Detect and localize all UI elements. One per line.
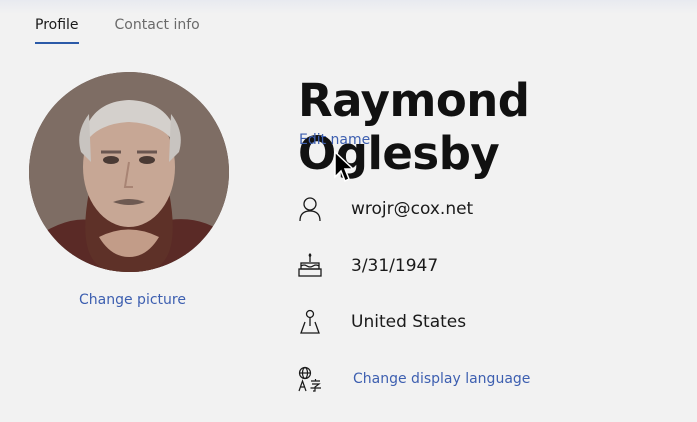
language-row: Change display language xyxy=(298,366,530,392)
email-row: wrojr@cox.net xyxy=(298,196,473,222)
avatar[interactable] xyxy=(29,72,229,272)
map-pin-icon xyxy=(298,309,322,335)
birthdate-value: 3/31/1947 xyxy=(351,256,439,276)
country-value: United States xyxy=(351,312,467,332)
birthdate-row: 3/31/1947 xyxy=(298,253,438,279)
tab-profile[interactable]: Profile xyxy=(35,17,79,44)
change-display-language-link[interactable]: Change display language xyxy=(353,371,530,387)
email-value: wrojr@cox.net xyxy=(351,199,474,219)
birthday-cake-icon xyxy=(298,253,322,279)
profile-name: Raymond Oglesby xyxy=(298,74,530,180)
edit-name-link[interactable]: Edit name xyxy=(299,132,370,148)
person-icon xyxy=(298,196,322,222)
mouse-cursor-icon xyxy=(334,150,355,183)
tab-contact-info[interactable]: Contact info xyxy=(115,17,200,44)
change-picture-link[interactable]: Change picture xyxy=(79,292,186,308)
language-icon xyxy=(298,366,322,392)
profile-tabs: Profile Contact info xyxy=(35,17,200,44)
avatar-photo xyxy=(29,72,229,272)
country-row: United States xyxy=(298,309,466,335)
